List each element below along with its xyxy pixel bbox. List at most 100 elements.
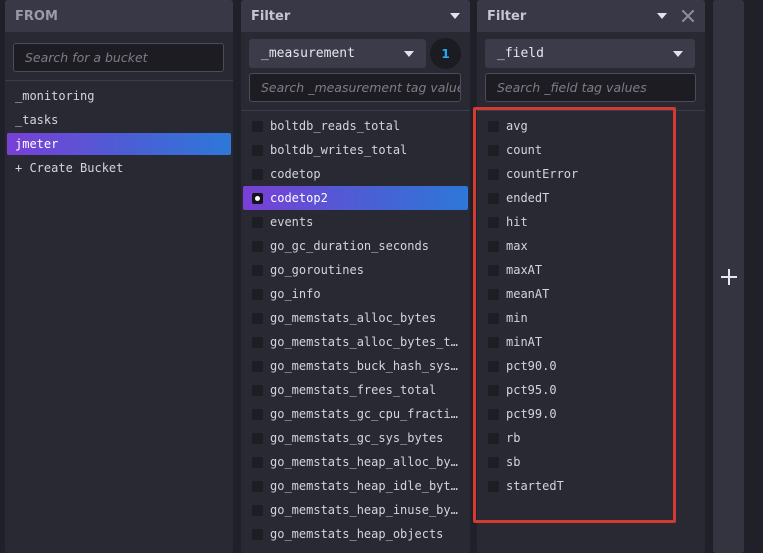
field-key-dropdown[interactable]: _field	[485, 39, 695, 68]
field-value-item[interactable]: hit	[479, 210, 703, 234]
checkbox-icon[interactable]	[488, 456, 499, 468]
selected-count-badge: 1	[430, 38, 461, 69]
field-search-placeholder: Search _field tag values	[497, 80, 647, 95]
measurement-value-item-label: events	[270, 215, 314, 229]
field-value-item[interactable]: max	[479, 234, 703, 258]
measurement-value-item[interactable]: go_goroutines	[243, 258, 468, 282]
checkbox-icon[interactable]	[252, 120, 263, 132]
field-value-item[interactable]: pct90.0	[479, 354, 703, 378]
measurement-value-item[interactable]: go_info	[243, 282, 468, 306]
field-value-item[interactable]: minAT	[479, 330, 703, 354]
checkbox-icon[interactable]	[252, 384, 263, 396]
checkbox-icon[interactable]	[252, 456, 263, 468]
field-value-item[interactable]: count	[479, 138, 703, 162]
filter-panel-title: Filter	[487, 8, 527, 24]
checkbox-icon[interactable]	[488, 336, 499, 348]
checkbox-icon[interactable]	[252, 216, 263, 228]
checkbox-icon[interactable]	[252, 360, 263, 372]
bucket-item-monitoring[interactable]: _monitoring	[7, 84, 231, 108]
field-value-item-label: maxAT	[506, 263, 543, 277]
checkbox-icon[interactable]	[488, 480, 499, 492]
create-bucket-button[interactable]: + Create Bucket	[7, 156, 231, 180]
checkbox-icon[interactable]	[252, 312, 263, 324]
plus-icon	[720, 268, 737, 285]
checkbox-icon[interactable]	[252, 288, 263, 300]
field-value-item[interactable]: endedT	[479, 186, 703, 210]
bucket-search-placeholder: Search for a bucket	[25, 50, 148, 65]
measurement-value-item[interactable]: go_memstats_gc_cpu_fracti…	[243, 402, 468, 426]
checkbox-icon[interactable]	[488, 168, 499, 180]
measurement-value-item[interactable]: go_memstats_alloc_bytes	[243, 306, 468, 330]
measurement-value-item-label: go_memstats_alloc_bytes_t…	[270, 335, 458, 349]
checkbox-icon[interactable]	[252, 144, 263, 156]
field-value-item[interactable]: countError	[479, 162, 703, 186]
caret-down-icon[interactable]	[450, 13, 460, 19]
measurement-value-item-label: go_memstats_heap_alloc_by…	[270, 455, 458, 469]
checkbox-icon[interactable]	[252, 336, 263, 348]
field-value-list: avg count countError endedT hit max maxAT meanA…	[477, 114, 705, 498]
caret-down-icon[interactable]	[657, 13, 667, 19]
checkbox-icon[interactable]	[252, 240, 263, 252]
measurement-value-item[interactable]: go_memstats_buck_hash_sys…	[243, 354, 468, 378]
field-value-item[interactable]: meanAT	[479, 282, 703, 306]
measurement-key-dropdown[interactable]: _measurement	[249, 39, 426, 68]
checkbox-checked-icon[interactable]	[252, 192, 263, 204]
measurement-value-item[interactable]: go_memstats_heap_idle_byt…	[243, 474, 468, 498]
checkbox-icon[interactable]	[488, 120, 499, 132]
checkbox-icon[interactable]	[488, 288, 499, 300]
field-value-item[interactable]: pct99.0	[479, 402, 703, 426]
checkbox-icon[interactable]	[252, 432, 263, 444]
measurement-value-item[interactable]: boltdb_reads_total	[243, 114, 468, 138]
field-value-item[interactable]: maxAT	[479, 258, 703, 282]
bucket-item-jmeter[interactable]: jmeter	[7, 133, 231, 155]
from-panel-header: FROM	[5, 0, 233, 32]
measurement-value-list: boltdb_reads_total boltdb_writes_total cod…	[241, 114, 470, 546]
checkbox-icon[interactable]	[488, 264, 499, 276]
measurement-value-item[interactable]: go_memstats_heap_alloc_by…	[243, 450, 468, 474]
field-value-item[interactable]: min	[479, 306, 703, 330]
measurement-value-item-label: go_memstats_gc_sys_bytes	[270, 431, 444, 445]
field-value-item-label: startedT	[506, 479, 564, 493]
measurement-value-item[interactable]: codetop	[243, 162, 468, 186]
checkbox-icon[interactable]	[488, 432, 499, 444]
checkbox-icon[interactable]	[488, 216, 499, 228]
measurement-value-item[interactable]: go_memstats_frees_total	[243, 378, 468, 402]
checkbox-icon[interactable]	[252, 480, 263, 492]
measurement-search-input[interactable]: Search _measurement tag values	[249, 73, 461, 102]
checkbox-icon[interactable]	[488, 312, 499, 324]
field-value-item[interactable]: sb	[479, 450, 703, 474]
field-value-item[interactable]: rb	[479, 426, 703, 450]
measurement-value-item-label: go_memstats_heap_idle_byt…	[270, 479, 458, 493]
from-panel-title: FROM	[15, 8, 58, 24]
field-value-item[interactable]: pct95.0	[479, 378, 703, 402]
checkbox-icon[interactable]	[488, 240, 499, 252]
checkbox-icon[interactable]	[252, 264, 263, 276]
checkbox-icon[interactable]	[488, 360, 499, 372]
checkbox-icon[interactable]	[252, 504, 263, 516]
field-search-input[interactable]: Search _field tag values	[485, 73, 696, 102]
close-icon[interactable]	[681, 9, 695, 23]
measurement-value-item[interactable]: go_memstats_heap_objects	[243, 522, 468, 546]
field-value-item[interactable]: avg	[479, 114, 703, 138]
measurement-value-item[interactable]: codetop2	[243, 186, 468, 210]
measurement-value-item[interactable]: go_memstats_heap_inuse_by…	[243, 498, 468, 522]
checkbox-icon[interactable]	[252, 528, 263, 540]
checkbox-icon[interactable]	[488, 408, 499, 420]
bucket-item-tasks[interactable]: _tasks	[7, 108, 231, 132]
bucket-search-input[interactable]: Search for a bucket	[13, 43, 224, 72]
field-value-item[interactable]: startedT	[479, 474, 703, 498]
bucket-item-label: jmeter	[15, 137, 59, 151]
checkbox-icon[interactable]	[252, 408, 263, 420]
measurement-value-item[interactable]: go_memstats_gc_sys_bytes	[243, 426, 468, 450]
create-bucket-label: + Create Bucket	[15, 161, 124, 175]
checkbox-icon[interactable]	[488, 192, 499, 204]
measurement-value-item[interactable]: go_gc_duration_seconds	[243, 234, 468, 258]
field-value-item-label: max	[506, 239, 528, 253]
checkbox-icon[interactable]	[252, 168, 263, 180]
measurement-value-item[interactable]: events	[243, 210, 468, 234]
measurement-value-item[interactable]: boltdb_writes_total	[243, 138, 468, 162]
measurement-value-item[interactable]: go_memstats_alloc_bytes_t…	[243, 330, 468, 354]
checkbox-icon[interactable]	[488, 384, 499, 396]
checkbox-icon[interactable]	[488, 144, 499, 156]
add-filter-button[interactable]	[713, 0, 744, 553]
